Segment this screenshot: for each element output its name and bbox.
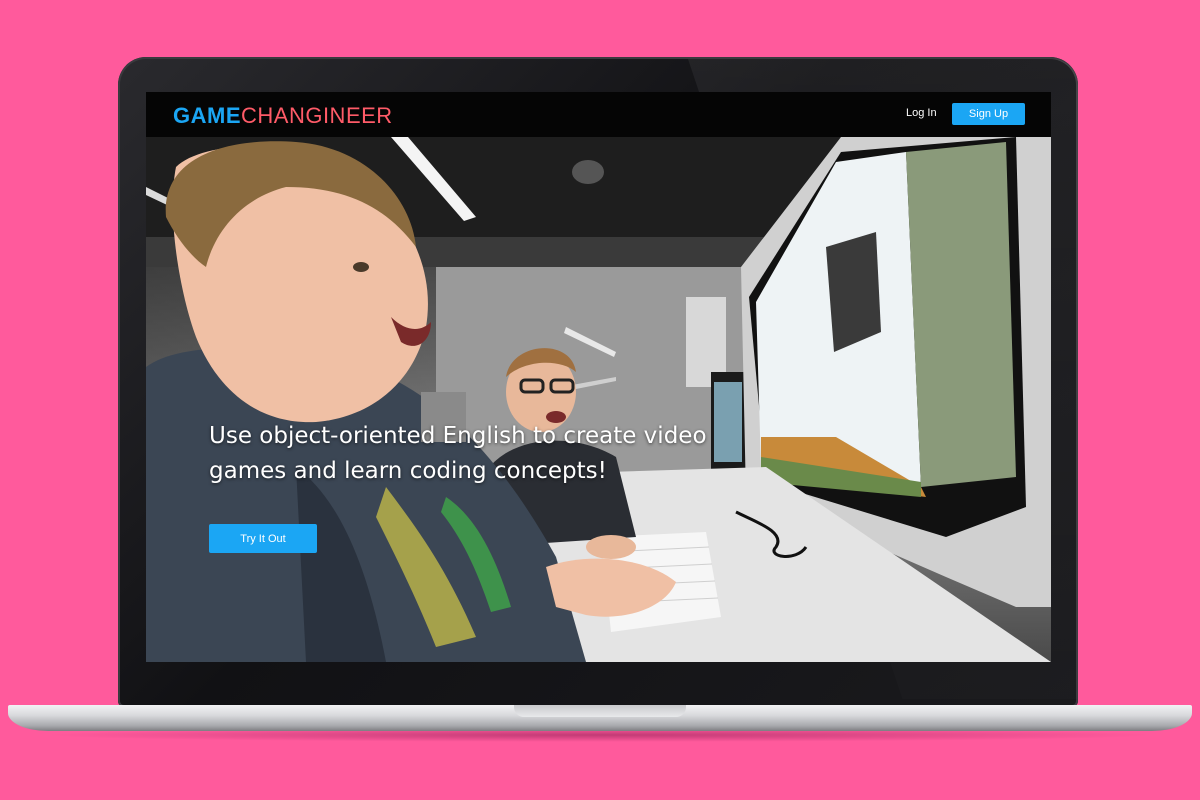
login-link[interactable]: Log In: [906, 107, 937, 119]
laptop-screen: GAMECHANGINEER Log In Sign Up Use object…: [146, 92, 1051, 662]
hero-photo: [146, 137, 1051, 662]
signup-button[interactable]: Sign Up: [952, 103, 1025, 125]
laptop-notch: [514, 705, 686, 717]
hero-section: Use object-oriented English to create vi…: [146, 137, 1051, 662]
hero-headline: Use object-oriented English to create vi…: [209, 423, 707, 484]
try-it-out-button[interactable]: Try It Out: [209, 524, 317, 553]
logo-game: GAME: [173, 103, 241, 128]
logo-changineer: CHANGINEER: [241, 103, 393, 128]
top-navbar: GAMECHANGINEER Log In Sign Up: [146, 92, 1051, 137]
site-logo[interactable]: GAMECHANGINEER: [173, 103, 393, 129]
